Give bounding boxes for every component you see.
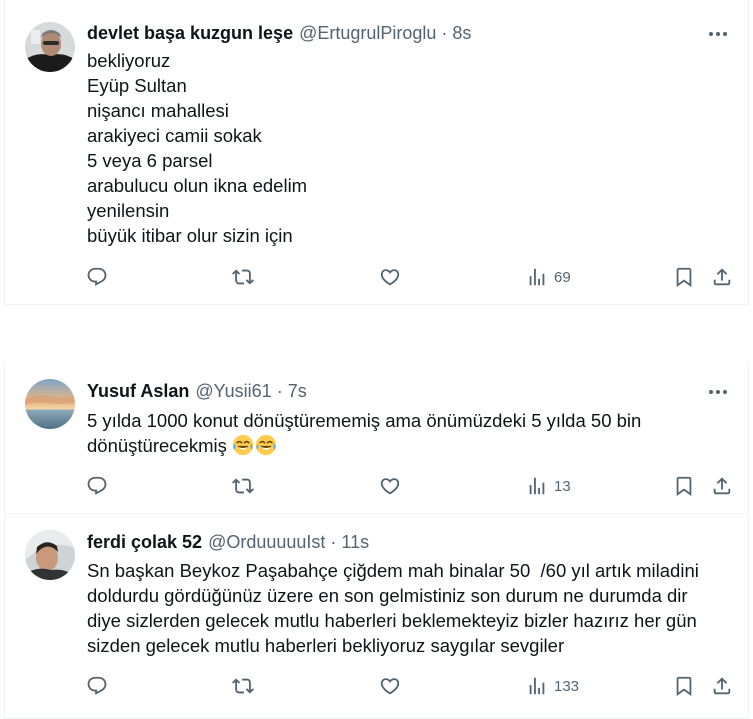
views-button[interactable]: 133 [526, 672, 579, 700]
timestamp[interactable]: 11s [341, 532, 369, 553]
reply-button[interactable] [86, 263, 108, 291]
like-button[interactable] [379, 472, 401, 500]
separator-dot: · [330, 532, 337, 552]
tweet-line: yenilensin [87, 200, 170, 221]
tweet[interactable]: ferdi çolak 52 @OrduuuuuIst · 11s Sn baş… [4, 515, 749, 719]
views-icon [526, 266, 548, 288]
username[interactable]: @ErtugrulPiroglu [299, 23, 436, 44]
reply-button[interactable] [86, 472, 108, 500]
tweet-line: 5 yılda 1000 konut dönüştürememiş ama ön… [87, 410, 642, 431]
views-icon [526, 475, 548, 497]
tweet-line-text: dönüştürecekmiş [87, 435, 227, 456]
like-button[interactable] [379, 672, 401, 700]
like-icon [379, 266, 401, 288]
username[interactable]: @Yusii61 [195, 381, 271, 402]
tweet-line: arakiyeci camii sokak [87, 125, 262, 146]
avatar[interactable] [25, 530, 75, 580]
views-icon [526, 675, 548, 697]
like-icon [379, 475, 401, 497]
repost-button[interactable] [232, 672, 254, 700]
tweet-line: arabulucu olun ikna edelim [87, 175, 308, 196]
tweet-header: Yusuf Aslan @Yusii61 · 7s [87, 381, 307, 402]
share-icon [711, 475, 733, 497]
tweet-line: nişancı mahallesi [87, 100, 229, 121]
action-bar: 13 [83, 472, 743, 500]
tweet-line: diye sizlerden gelecek mutlu haberleri b… [87, 610, 697, 631]
bookmark-button[interactable] [673, 672, 695, 700]
repost-icon [232, 475, 254, 497]
tweet-line: Sn başkan Beykoz Paşabahçe çiğdem mah bi… [87, 560, 699, 581]
views-count: 13 [554, 477, 571, 495]
tweet-header: devlet başa kuzgun leşe @ErtugrulPiroglu… [87, 23, 471, 44]
face-with-tears-of-joy-emoji [255, 434, 277, 456]
repost-button[interactable] [232, 263, 254, 291]
more-horizontal-icon[interactable] [706, 382, 730, 402]
tweet-text: 5 yılda 1000 konut dönüştürememiş ama ön… [87, 408, 727, 458]
reply-icon [86, 266, 108, 288]
share-button[interactable] [711, 263, 733, 291]
feed-gap [0, 305, 753, 362]
tweet-line: doldurdu gördüğünüz üzere en son gelmist… [87, 585, 688, 606]
separator-dot: · [441, 23, 448, 43]
views-button[interactable]: 69 [526, 263, 571, 291]
tweet-header: ferdi çolak 52 @OrduuuuuIst · 11s [87, 532, 369, 553]
tweet-line: büyük itibar olur sizin için [87, 225, 293, 246]
views-count: 69 [554, 268, 571, 286]
reply-icon [86, 475, 108, 497]
bookmark-button[interactable] [673, 263, 695, 291]
share-button[interactable] [711, 672, 733, 700]
tweet-line: Eyüp Sultan [87, 75, 187, 96]
action-bar: 69 [83, 263, 743, 291]
views-count: 133 [554, 677, 580, 695]
repost-icon [232, 675, 254, 697]
face-with-tears-of-joy-emoji [232, 434, 254, 456]
more-horizontal-icon[interactable] [706, 24, 730, 44]
timestamp[interactable]: 7s [288, 381, 307, 402]
bookmark-button[interactable] [673, 472, 695, 500]
repost-button[interactable] [232, 472, 254, 500]
tweet[interactable]: Yusuf Aslan @Yusii61 · 7s 5 yılda 1000 k… [4, 362, 749, 514]
views-button[interactable]: 13 [526, 472, 571, 500]
bookmark-icon [673, 475, 695, 497]
tweet-text: bekliyoruz Eyüp Sultan nişancı mahallesi… [87, 48, 727, 248]
share-button[interactable] [711, 472, 733, 500]
tweet-line: bekliyoruz [87, 50, 171, 71]
like-icon [379, 675, 401, 697]
avatar[interactable] [25, 22, 75, 72]
tweet-line: 5 veya 6 parsel [87, 150, 213, 171]
tweet-text: Sn başkan Beykoz Paşabahçe çiğdem mah bi… [87, 558, 737, 658]
avatar[interactable] [25, 379, 75, 429]
reply-icon [86, 675, 108, 697]
tweet-line: dönüştürecekmiş [87, 433, 727, 458]
repost-icon [232, 266, 254, 288]
reply-button[interactable] [86, 672, 108, 700]
timestamp[interactable]: 8s [452, 23, 471, 44]
action-bar: 133 [83, 672, 743, 700]
separator-dot: · [276, 381, 283, 401]
share-icon [711, 266, 733, 288]
tweet-line: sizden gelecek mutlu haberleri bekliyoru… [87, 635, 565, 656]
bookmark-icon [673, 266, 695, 288]
display-name[interactable]: devlet başa kuzgun leşe [87, 23, 293, 44]
like-button[interactable] [379, 263, 401, 291]
bookmark-icon [673, 675, 695, 697]
display-name[interactable]: ferdi çolak 52 [87, 532, 202, 553]
tweet[interactable]: devlet başa kuzgun leşe @ErtugrulPiroglu… [4, 0, 749, 305]
username[interactable]: @OrduuuuuIst [208, 532, 325, 553]
display-name[interactable]: Yusuf Aslan [87, 381, 189, 402]
share-icon [711, 675, 733, 697]
